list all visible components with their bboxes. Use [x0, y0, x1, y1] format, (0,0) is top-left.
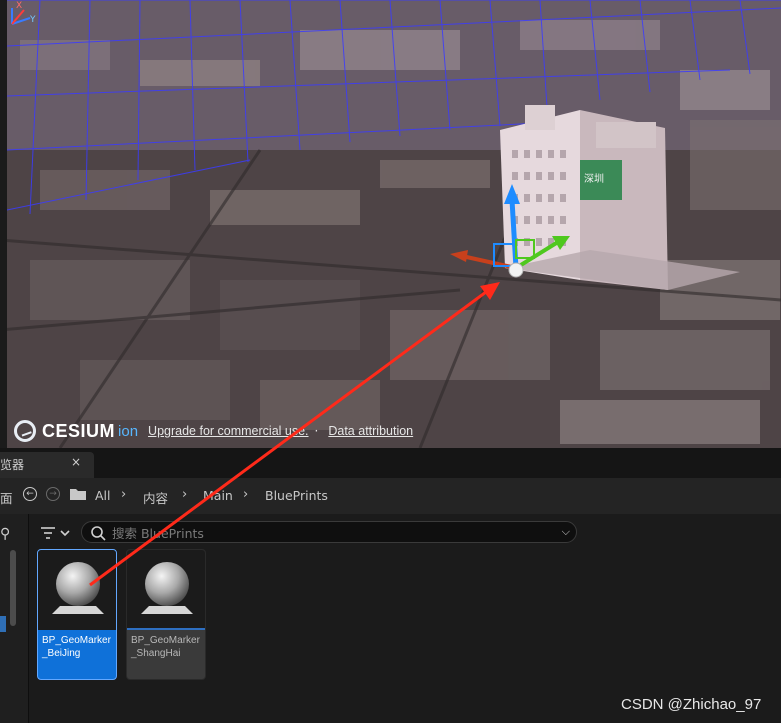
asset-view: ⌵ BP_GeoMarker_BeiJing [29, 514, 781, 723]
level-viewport[interactable]: 深圳 Y X CESIUM ion Upgrade for commercial… [0, 0, 781, 448]
viewport-left-border [0, 0, 7, 448]
search-icon [91, 526, 106, 541]
breadcrumb-content[interactable]: 内容 [143, 488, 168, 507]
axis-label-y: Y [29, 15, 36, 25]
asset-tile-shanghai[interactable]: BP_GeoMarker_ShangHai [126, 549, 206, 680]
sources-panel: ⚲ [0, 514, 29, 723]
sources-scrollbar[interactable] [10, 550, 16, 626]
chevron-right-icon[interactable]: › [243, 487, 248, 502]
upgrade-link[interactable]: Upgrade for commercial use. [148, 424, 308, 438]
nav-left-fragment[interactable]: 面 [0, 488, 13, 507]
folder-icon[interactable] [70, 488, 86, 500]
chevron-right-icon[interactable]: › [121, 487, 126, 502]
cesium-ion-label: ion [118, 422, 139, 440]
chevron-down-icon[interactable]: ⌵ [562, 525, 570, 539]
sphere-icon [38, 550, 116, 630]
close-icon[interactable]: × [71, 455, 81, 469]
cesium-brand: CESIUM [42, 420, 116, 441]
breadcrumb-main[interactable]: Main [203, 488, 233, 503]
billboard-text: 深圳 [584, 173, 604, 185]
search-box[interactable]: ⌵ [81, 521, 577, 543]
watermark: CSDN @Zhichao_97 [621, 696, 762, 713]
chevron-right-icon[interactable]: › [182, 487, 187, 502]
breadcrumb-all[interactable]: All [95, 488, 111, 503]
asset-label: BP_GeoMarker_ShangHai [131, 635, 200, 659]
forward-arrow-icon[interactable]: → [46, 487, 60, 501]
content-browser-tabbar: 览器 × [0, 448, 781, 478]
filter-icon[interactable] [41, 524, 75, 542]
tab-title: 览器 [0, 458, 25, 472]
data-attribution-link[interactable]: Data attribution [328, 424, 413, 438]
asset-label: BP_GeoMarker_BeiJing [42, 635, 111, 659]
asset-tile-beijing[interactable]: BP_GeoMarker_BeiJing [37, 549, 117, 680]
content-browser-navbar: 面 ← → All › 内容 › Main › BluePrints [0, 478, 781, 515]
city-scene: 深圳 [0, 0, 781, 448]
search-icon[interactable]: ⚲ [0, 526, 10, 542]
cesium-logo-icon [14, 420, 36, 442]
axis-indicator: Y X [11, 1, 36, 25]
credit-separator: · [314, 424, 319, 438]
axis-label-x: X [16, 1, 22, 11]
breadcrumb-blueprints[interactable]: BluePrints [265, 488, 328, 503]
search-input[interactable] [110, 524, 544, 542]
gizmo-pivot[interactable] [508, 262, 524, 278]
cesium-credit-bar: CESIUM ion Upgrade for commercial use. ·… [14, 420, 413, 442]
back-arrow-icon[interactable]: ← [23, 487, 37, 501]
sphere-icon [127, 550, 205, 630]
tab-content-browser[interactable]: 览器 × [0, 452, 94, 478]
sources-selected-item[interactable] [0, 616, 6, 632]
